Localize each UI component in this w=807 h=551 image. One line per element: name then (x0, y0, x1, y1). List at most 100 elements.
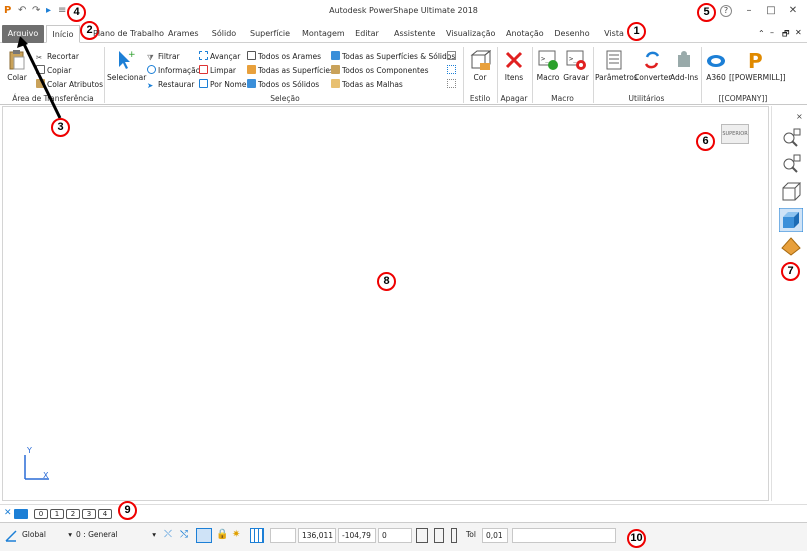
thin-panel-icon[interactable] (451, 528, 457, 543)
box-select-icon[interactable] (447, 65, 456, 74)
a360-button[interactable]: A360 (704, 49, 728, 82)
doc-close-icon[interactable]: ✕ (795, 28, 802, 37)
tab-assistente[interactable]: Assistente (394, 25, 435, 43)
lights-icon[interactable]: ✷ (232, 528, 240, 543)
ribbon-tabs: Arquivo Início 2 Plano de Trabalho Arame… (0, 21, 807, 43)
cut-button[interactable]: ✂ Recortar (36, 51, 79, 62)
level-4[interactable]: 4 (98, 509, 112, 519)
convert-button[interactable]: Converter (634, 49, 671, 82)
paste-attributes-button[interactable]: Colar Atributos (36, 79, 103, 90)
tab-visualizacao[interactable]: Visualização (446, 25, 495, 43)
maximize-button[interactable]: □ (763, 3, 779, 19)
surfaces-icon (247, 65, 256, 74)
tab-arquivo[interactable]: Arquivo (2, 25, 44, 43)
workspace-icon[interactable] (416, 528, 428, 543)
zoom-window-icon[interactable] (781, 154, 801, 174)
filter-button[interactable]: ⧩ Filtrar (147, 51, 180, 62)
levels-toggle-icon[interactable] (14, 509, 28, 519)
color-button[interactable]: Cor (466, 49, 494, 82)
all-meshes-button[interactable]: Todas as Malhas (331, 79, 403, 90)
advance-button[interactable]: Avançar (199, 51, 240, 62)
parameters-button[interactable]: Parâmetros (595, 49, 638, 82)
level-2[interactable]: 2 (66, 509, 80, 519)
close-pane-icon[interactable]: × (796, 112, 803, 121)
window-title: Autodesk PowerShape Ultimate 2018 (329, 6, 478, 15)
info-button[interactable]: Informação (147, 65, 200, 76)
view-cube[interactable]: SUPERIOR (721, 124, 749, 144)
by-name-button[interactable]: Por Nome (199, 79, 246, 90)
svg-text:P: P (748, 49, 763, 71)
select-button[interactable]: + Selecionar (107, 49, 146, 82)
surface-view-icon[interactable] (781, 236, 801, 256)
add-ins-button[interactable]: Add-Ins (670, 49, 698, 82)
tolerance-field[interactable]: 0,01 (482, 528, 508, 543)
coord-x[interactable]: 136,011 (298, 528, 336, 543)
surfaces-solids-icon (331, 51, 340, 60)
doc-restore-icon[interactable]: 🗗 (782, 28, 790, 42)
grid-icon[interactable] (250, 528, 264, 543)
lasso-select-icon[interactable] (447, 79, 456, 88)
ribbon-panel: Colar ✂ Recortar Copiar Colar Atributos Á… (0, 43, 807, 105)
clear-button[interactable]: Limpar (199, 65, 236, 76)
group-label-utilities: Utilitários (628, 94, 665, 103)
delete-items-button[interactable]: Itens (500, 49, 528, 82)
callout-5: 5 (697, 3, 716, 22)
collapse-ribbon-icon[interactable]: ⌃ (758, 29, 765, 38)
powermill-button[interactable]: P [[POWERMILL]] (729, 49, 786, 82)
group-label-macro: Macro (551, 94, 574, 103)
select-options-icon[interactable] (447, 51, 456, 60)
tab-anotacao[interactable]: Anotação (506, 25, 544, 43)
tab-montagem[interactable]: Montagem (302, 25, 345, 43)
select-arrow-icon: + (119, 50, 135, 69)
coord-y[interactable]: -104,79 (338, 528, 376, 543)
levels-close-icon[interactable]: ✕ (4, 508, 12, 518)
axis-y-label: Y (26, 446, 32, 455)
command-field[interactable] (512, 528, 616, 543)
document-icon[interactable] (434, 528, 444, 543)
tab-plano-de-trabalho[interactable]: Plano de Trabalho (93, 25, 164, 43)
shaded-view-icon[interactable] (779, 208, 803, 232)
all-surfaces-solids-button[interactable]: Todas as Superfícies & Sólidos (331, 51, 455, 62)
ribbon-separator (532, 47, 533, 103)
all-components-button[interactable]: Todos os Componentes (331, 65, 428, 76)
color-cube-icon (470, 49, 491, 70)
tab-solido[interactable]: Sólido (210, 25, 238, 43)
zoom-fit-icon[interactable] (781, 128, 801, 148)
grid-snap-icon[interactable] (196, 528, 212, 543)
convert-icon (644, 51, 660, 69)
tab-vista[interactable]: Vista (602, 25, 626, 43)
tab-inicio[interactable]: Início (46, 25, 80, 43)
paste-button[interactable]: Colar (4, 49, 30, 82)
workplane-icon[interactable] (4, 529, 18, 543)
doc-minimize-icon[interactable]: – (770, 28, 774, 37)
level-select[interactable]: 0 : General ▾ (76, 528, 158, 543)
level-3[interactable]: 3 (82, 509, 96, 519)
workplane-select[interactable]: Global ▾ (22, 528, 74, 543)
tab-superficie[interactable]: Superfície (250, 25, 290, 43)
level-0[interactable]: 0 (34, 509, 48, 519)
all-wires-button[interactable]: Todos os Arames (247, 51, 321, 62)
all-solids-button[interactable]: Todos os Sólidos (247, 79, 319, 90)
close-button[interactable]: ✕ (785, 3, 801, 19)
intelligent-cursor-icon[interactable]: ⤭ (180, 528, 188, 543)
tab-arames[interactable]: Arames (168, 25, 199, 43)
delete-x-icon (505, 51, 523, 69)
copy-button[interactable]: Copiar (36, 65, 71, 76)
snap-icon[interactable]: ⤬ (164, 528, 172, 543)
record-button[interactable]: >_ Gravar (562, 49, 590, 82)
macro-button[interactable]: >_ Macro (535, 49, 561, 82)
paste-attributes-icon (36, 79, 45, 88)
tab-editar[interactable]: Editar (354, 25, 380, 43)
restore-button[interactable]: ➤ Restaurar (147, 79, 194, 90)
group-label-clipboard: Área de Transferência (12, 94, 94, 103)
all-surfaces-button[interactable]: Todas as Superfícies (247, 65, 334, 76)
help-icon[interactable]: ? (720, 5, 732, 17)
lock-icon[interactable]: 🔒 (216, 528, 228, 543)
minimize-button[interactable]: – (741, 3, 757, 19)
coord-z[interactable]: 0 (378, 528, 412, 543)
blank-field[interactable] (270, 528, 296, 543)
graphics-canvas[interactable]: SUPERIOR 6 8 Y X (2, 106, 769, 501)
tab-desenho[interactable]: Desenho (554, 25, 590, 43)
level-1[interactable]: 1 (50, 509, 64, 519)
wireframe-view-icon[interactable] (781, 182, 801, 202)
